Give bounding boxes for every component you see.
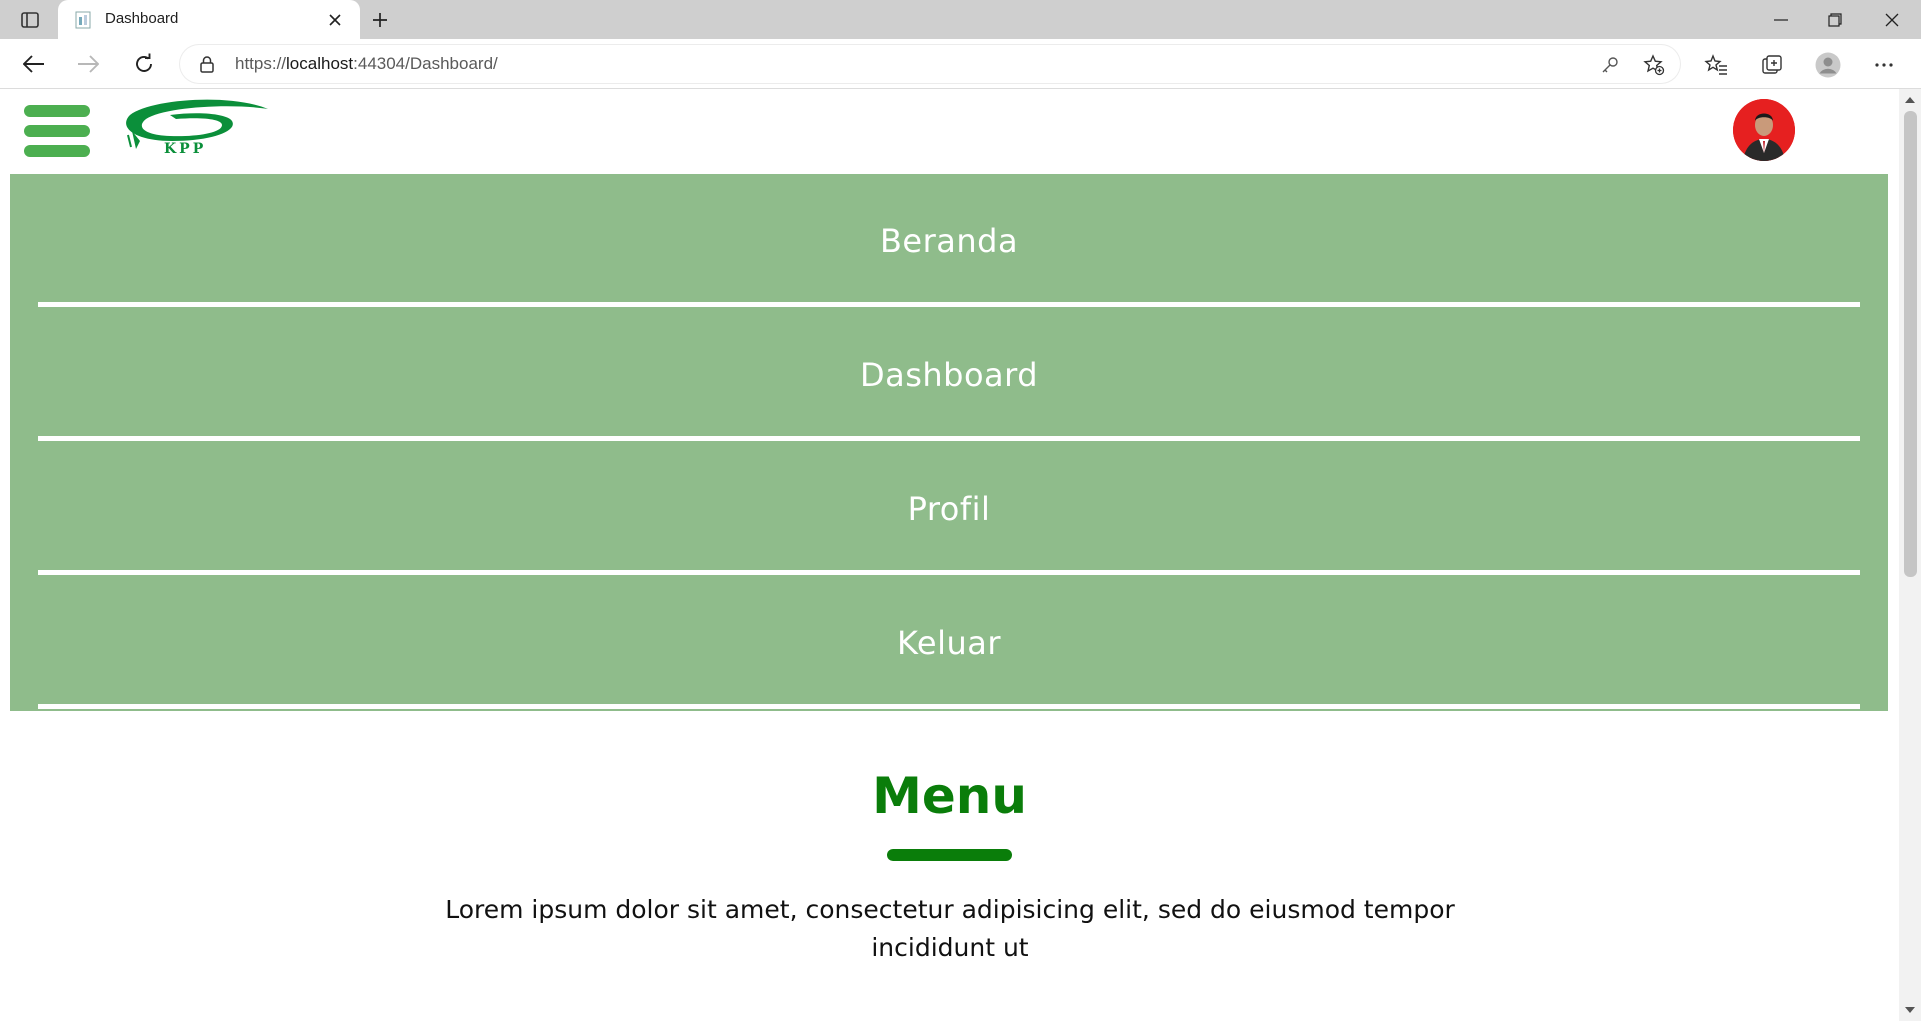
close-window-icon[interactable] — [1872, 6, 1912, 34]
star-plus-icon[interactable] — [1642, 53, 1666, 77]
new-tab-icon[interactable] — [367, 8, 393, 32]
navigation-menu: Beranda Dashboard Profil Keluar — [10, 174, 1888, 711]
page-viewport: KPP Beranda Dashboard Profil Keluar Menu… — [0, 89, 1899, 1021]
nav-item-label: Profil — [907, 490, 991, 528]
user-avatar[interactable] — [1733, 99, 1795, 161]
nav-item-keluar[interactable]: Keluar — [10, 576, 1888, 710]
kpp-logo[interactable]: KPP — [120, 97, 272, 161]
minimize-icon[interactable] — [1761, 6, 1801, 34]
browser-tab-strip: Dashboard — [0, 0, 1921, 39]
section-description: Lorem ipsum dolor sit amet, consectetur … — [445, 895, 1455, 962]
nav-item-profil[interactable]: Profil — [10, 442, 1888, 576]
browser-toolbar: https://localhost:44304/Dashboard/ — [0, 39, 1921, 89]
menu-divider — [38, 570, 1860, 575]
forward-arrow-icon[interactable] — [72, 48, 104, 80]
title-underline — [887, 849, 1012, 861]
nav-item-label: Keluar — [896, 624, 1001, 662]
nav-item-dashboard[interactable]: Dashboard — [10, 308, 1888, 442]
refresh-icon[interactable] — [128, 48, 160, 80]
lock-icon[interactable] — [198, 55, 216, 73]
more-icon[interactable] — [1870, 51, 1898, 79]
key-icon[interactable] — [1598, 53, 1622, 77]
browser-tab[interactable]: Dashboard — [58, 0, 360, 39]
scroll-up-arrow-icon[interactable] — [1899, 91, 1921, 109]
scrollbar-thumb[interactable] — [1904, 111, 1917, 577]
nav-item-label: Dashboard — [859, 356, 1039, 394]
close-tab-icon[interactable] — [324, 9, 346, 31]
page-favicon-icon — [74, 11, 94, 29]
menu-divider — [38, 704, 1860, 709]
url-text[interactable]: https://localhost:44304/Dashboard/ — [235, 54, 498, 74]
hamburger-menu-icon[interactable] — [24, 105, 90, 157]
back-arrow-icon[interactable] — [18, 48, 50, 80]
menu-divider — [38, 436, 1860, 441]
profile-icon[interactable] — [1814, 51, 1842, 79]
restore-icon[interactable] — [1815, 6, 1855, 34]
tab-actions-icon[interactable] — [16, 8, 44, 32]
section-title: Menu — [872, 767, 1027, 825]
site-header: KPP — [0, 89, 1899, 174]
logo-text: KPP — [164, 141, 207, 157]
scroll-down-arrow-icon[interactable] — [1899, 1001, 1921, 1019]
address-bar[interactable]: https://localhost:44304/Dashboard/ — [180, 45, 1680, 83]
nav-item-label: Beranda — [879, 222, 1019, 260]
tab-title: Dashboard — [105, 10, 179, 27]
menu-divider — [38, 302, 1860, 307]
collections-icon[interactable] — [1758, 51, 1786, 79]
nav-item-beranda[interactable]: Beranda — [10, 174, 1888, 308]
favorites-icon[interactable] — [1702, 51, 1730, 79]
vertical-scrollbar[interactable] — [1899, 89, 1921, 1021]
